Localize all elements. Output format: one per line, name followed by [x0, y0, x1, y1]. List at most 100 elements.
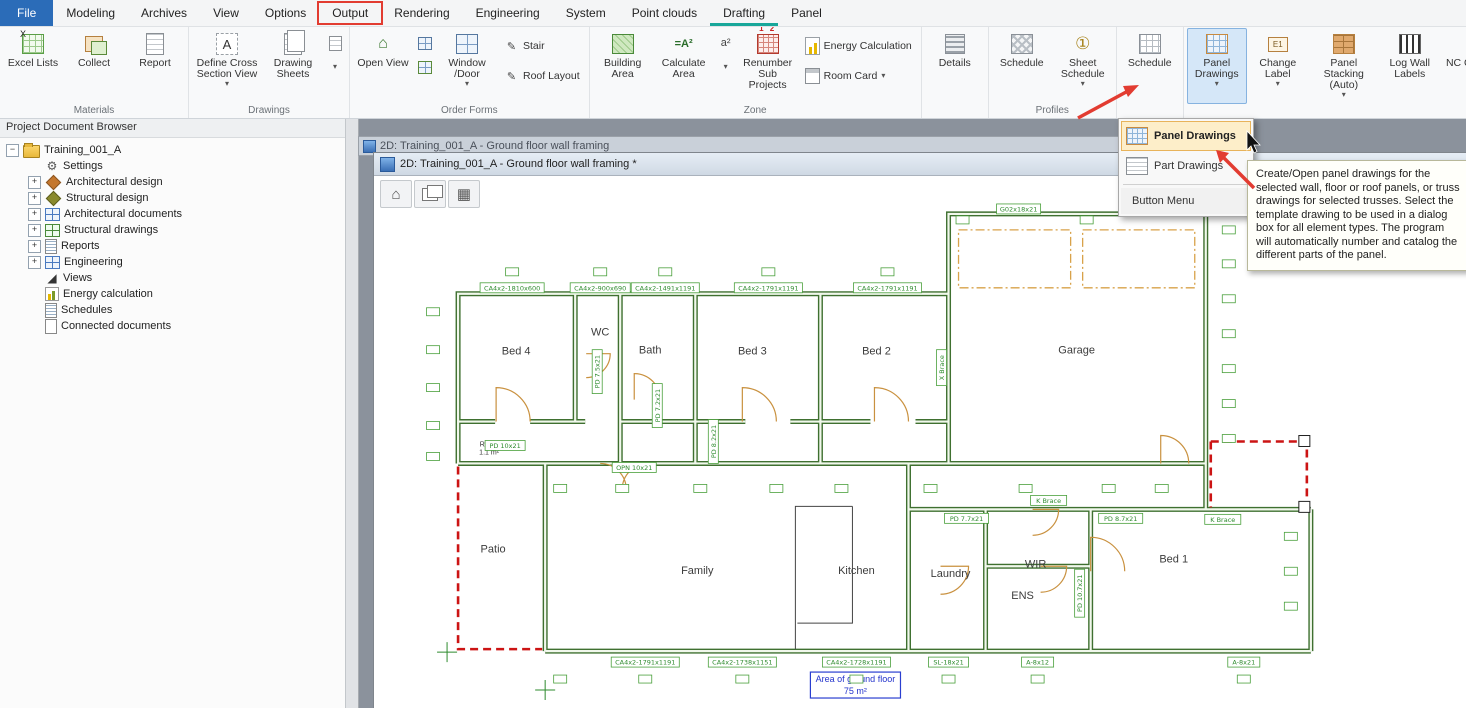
group-order-forms: ⌂ Open View Window /Door ▾ ✎ Stair [350, 26, 590, 118]
area-a2-button[interactable]: a² [715, 32, 737, 54]
calculate-area-button[interactable]: =A² Calculate Area [654, 28, 714, 104]
plan-marker [1284, 532, 1297, 540]
tab-point-clouds[interactable]: Point clouds [619, 0, 710, 26]
tree-item-reports[interactable]: + Reports [6, 238, 345, 254]
table-icon [1139, 33, 1161, 55]
tree-item-structural-drawings[interactable]: + Structural drawings [6, 222, 345, 238]
profiles-schedule-button[interactable]: Schedule [992, 28, 1052, 104]
schedule-button[interactable]: Schedule [1120, 28, 1180, 104]
define-cross-section-button[interactable]: A Define Cross Section View ▾ [192, 28, 262, 104]
plan-marker [1284, 602, 1297, 610]
door-plus-icon [418, 60, 433, 75]
panel-drawings-button[interactable]: Panel Drawings ▾ [1187, 28, 1247, 104]
plan-marker [1222, 295, 1235, 303]
collect-icon [83, 33, 105, 55]
cascade-views-button[interactable] [414, 180, 446, 208]
panel-drawings-icon [1126, 127, 1148, 145]
log-wall-labels-button[interactable]: Log Wall Labels [1380, 28, 1440, 104]
menu-item-part-drawings[interactable]: Part Drawings [1121, 151, 1251, 181]
group-zone: Building Area =A² Calculate Area a² ▾ 1 … [590, 26, 922, 118]
tab-output[interactable]: Output [319, 0, 381, 26]
plan-marker [835, 484, 848, 492]
menu-item-panel-drawings[interactable]: Panel Drawings [1121, 121, 1251, 151]
sheet-schedule-button[interactable]: ① Sheet Schedule ▾ [1053, 28, 1113, 104]
group-schedule: Schedule [1117, 26, 1184, 118]
tab-options[interactable]: Options [252, 0, 319, 26]
collapse-box[interactable]: − [6, 144, 19, 157]
tab-file[interactable]: File [0, 0, 53, 26]
cross-section-icon: A [216, 33, 238, 55]
plan-tag: CA4x2-1738x1151 [708, 657, 776, 667]
excel-lists-button[interactable]: X Excel Lists [3, 28, 63, 104]
change-label-icon: E1 [1267, 33, 1289, 55]
tab-engineering[interactable]: Engineering [463, 0, 553, 26]
tree-item-energy-calculation[interactable]: Energy calculation [6, 286, 345, 302]
tab-rendering[interactable]: Rendering [381, 0, 462, 26]
nc-output-button[interactable]: ⌖ NC Output ▾ [1441, 28, 1466, 104]
tree-item-schedules[interactable]: Schedules [6, 302, 345, 318]
svg-text:OPN 10x21: OPN 10x21 [616, 464, 652, 472]
drawing-sheets-button[interactable]: Drawing Sheets [263, 28, 323, 104]
grid-views-button[interactable]: ▦ [448, 180, 480, 208]
stair-button[interactable]: ✎ Stair [498, 32, 586, 60]
tree-item-connected-documents[interactable]: Connected documents [6, 318, 345, 334]
plan-tag: A-8x12 [1022, 657, 1054, 667]
plan-marker [1222, 365, 1235, 373]
tab-drafting[interactable]: Drafting [710, 0, 778, 26]
tree-item-settings[interactable]: ⚙ Settings [6, 158, 345, 174]
tree-item-architectural-design[interactable]: + Architectural design [6, 174, 345, 190]
open-view-button[interactable]: ⌂ Open View [353, 28, 413, 104]
report-button[interactable]: Report [125, 28, 185, 104]
menu-item-button-menu[interactable]: Button Menu [1121, 188, 1251, 214]
plan-marker [554, 675, 567, 683]
plan-tag: A-8x21 [1228, 657, 1260, 667]
house-icon: ⌂ [391, 186, 400, 203]
collect-button[interactable]: Collect [64, 28, 124, 104]
svg-text:G02x18x21: G02x18x21 [1000, 205, 1038, 213]
vertical-scrollbar[interactable] [345, 118, 359, 708]
svg-text:CA4x2-1791x1191: CA4x2-1791x1191 [738, 284, 798, 292]
tree-root[interactable]: − Training_001_A [6, 142, 345, 158]
energy-calculation-icon [45, 287, 59, 301]
order-door-button[interactable] [414, 56, 436, 78]
tab-panel[interactable]: Panel [778, 0, 835, 26]
order-window-button[interactable] [414, 32, 436, 54]
ribbon: X Excel Lists Collect Report Materials [0, 26, 1466, 119]
room-card-button[interactable]: Room Card ▾ [799, 62, 918, 90]
tree-item-architectural-documents[interactable]: + Architectural documents [6, 206, 345, 222]
tree-item-structural-design[interactable]: + Structural design [6, 190, 345, 206]
panel-stacking-button[interactable]: Panel Stacking (Auto) ▾ [1309, 28, 1379, 104]
view-toolbar: ⌂ ▦ [380, 180, 480, 208]
drawing-extra-dropdown[interactable]: ▾ [324, 56, 346, 78]
nc-output-icon: ⌖ [1460, 33, 1466, 55]
tree-item-views[interactable]: ◢ Views [6, 270, 345, 286]
plan-tag: PD 8.2x21 [708, 420, 718, 464]
pencil-icon: ✎ [504, 39, 519, 54]
tab-view[interactable]: View [200, 0, 252, 26]
roof-layout-button[interactable]: ✎ Roof Layout [498, 62, 586, 90]
area-a2-dropdown[interactable]: ▾ [715, 56, 737, 78]
tooltip: Create/Open panel drawings for the selec… [1247, 160, 1466, 271]
drawing-extra-button[interactable] [324, 32, 346, 54]
building-area-button[interactable]: Building Area [593, 28, 653, 104]
svg-text:CA4x2-1791x1191: CA4x2-1791x1191 [857, 284, 917, 292]
svg-text:K Brace: K Brace [1210, 516, 1235, 524]
pencil-icon: ✎ [504, 69, 519, 84]
tab-system[interactable]: System [553, 0, 619, 26]
energy-calculation-button[interactable]: Energy Calculation [799, 32, 918, 60]
plan-marker [1222, 435, 1235, 443]
plan-marker [594, 268, 607, 276]
folder-icon [23, 145, 40, 158]
tab-archives[interactable]: Archives [128, 0, 200, 26]
bricks-icon [1333, 33, 1355, 55]
home-view-button[interactable]: ⌂ [380, 180, 412, 208]
tree-item-engineering[interactable]: + Engineering [6, 254, 345, 270]
plan-marker [427, 346, 440, 354]
plan-tag: CA4x2-1791x1191 [734, 283, 802, 293]
details-button[interactable]: Details [925, 28, 985, 104]
plan-marker [427, 452, 440, 460]
window-door-button[interactable]: Window /Door ▾ [437, 28, 497, 104]
renumber-sub-projects-button[interactable]: 1 2 Renumber Sub Projects [738, 28, 798, 104]
tab-modeling[interactable]: Modeling [53, 0, 128, 26]
change-label-button[interactable]: E1 Change Label ▾ [1248, 28, 1308, 104]
